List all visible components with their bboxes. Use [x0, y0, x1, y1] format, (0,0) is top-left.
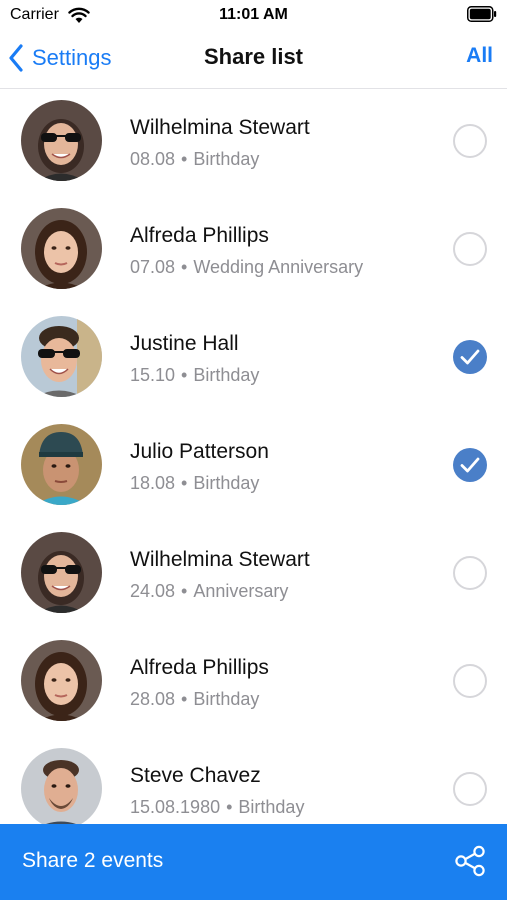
list-item[interactable]: Julio Patterson 18.08 • Birthday [0, 412, 507, 520]
row-text: Steve Chavez 15.08.1980 • Birthday [130, 763, 427, 819]
row-text: Alfreda Phillips 28.08 • Birthday [130, 655, 427, 711]
contact-name: Wilhelmina Stewart [130, 116, 310, 139]
separator-dot: • [181, 149, 188, 169]
event-details: 24.08 • Anniversary [130, 579, 427, 603]
avatar [21, 640, 102, 721]
contact-name: Julio Patterson [130, 440, 269, 463]
event-date: 07.08 [130, 257, 176, 277]
row-text: Justine Hall 15.10 • Birthday [130, 331, 427, 387]
contact-name: Alfreda Phillips [130, 656, 269, 679]
event-date: 08.08 [130, 149, 176, 169]
event-type: Birthday [193, 473, 260, 493]
event-date: 28.08 [130, 689, 176, 709]
battery-icon [467, 6, 497, 22]
checkmark-icon [460, 349, 480, 365]
separator-dot: • [226, 797, 233, 817]
list-item[interactable]: Alfreda Phillips 07.08 • Wedding Anniversa… [0, 196, 507, 304]
list-item[interactable]: Alfreda Phillips 28.08 • Birthday [0, 628, 507, 736]
avatar [21, 208, 102, 289]
event-date: 15.10 [130, 365, 176, 385]
contact-name: Wilhelmina Stewart [130, 548, 310, 571]
event-type: Wedding Anniversary [193, 257, 364, 277]
row-text: Alfreda Phillips 07.08 • Wedding Anniversa… [130, 223, 427, 279]
contact-name: Alfreda Phillips [130, 224, 269, 247]
select-checkbox[interactable] [453, 664, 487, 698]
select-checkbox[interactable] [453, 124, 487, 158]
event-type: Birthday [238, 797, 305, 817]
event-date: 15.08.1980 [130, 797, 221, 817]
select-checkbox[interactable] [453, 232, 487, 266]
share-list-screen: Carrier 11:01 AM Settings Share list All [0, 0, 507, 900]
event-details: 08.08 • Birthday [130, 147, 427, 171]
select-checkbox[interactable] [453, 448, 487, 482]
separator-dot: • [181, 257, 188, 277]
row-text: Julio Patterson 18.08 • Birthday [130, 439, 427, 495]
event-date: 18.08 [130, 473, 176, 493]
row-text: Wilhelmina Stewart 24.08 • Anniversary [130, 547, 427, 603]
share-events-button[interactable]: Share 2 events [0, 824, 507, 900]
event-details: 15.10 • Birthday [130, 363, 427, 387]
status-bar: Carrier 11:01 AM [0, 0, 507, 30]
event-details: 18.08 • Birthday [130, 471, 427, 495]
event-type: Anniversary [193, 581, 289, 601]
separator-dot: • [181, 365, 188, 385]
select-checkbox[interactable] [453, 556, 487, 590]
navigation-bar: Settings Share list All [0, 30, 507, 89]
avatar [21, 748, 102, 824]
share-events-label: Share 2 events [22, 849, 164, 872]
list-item[interactable]: Wilhelmina Stewart 24.08 • Anniversary [0, 520, 507, 628]
separator-dot: • [181, 581, 188, 601]
event-details: 28.08 • Birthday [130, 687, 427, 711]
list-item[interactable]: Steve Chavez 15.08.1980 • Birthday [0, 736, 507, 824]
event-details: 15.08.1980 • Birthday [130, 795, 427, 819]
checkmark-icon [460, 457, 480, 473]
event-type: Birthday [193, 689, 260, 709]
avatar [21, 424, 102, 505]
select-checkbox[interactable] [453, 772, 487, 806]
list-item[interactable]: Justine Hall 15.10 • Birthday [0, 304, 507, 412]
avatar [21, 100, 102, 181]
avatar [21, 532, 102, 613]
share-icon[interactable] [453, 844, 487, 878]
event-list: Wilhelmina Stewart 08.08•Birthday Alfr [0, 88, 507, 824]
row-text: Wilhelmina Stewart 08.08 • Birthday [130, 115, 427, 171]
page-title: Share list [203, 44, 304, 69]
select-checkbox[interactable] [453, 340, 487, 374]
event-type: Birthday [193, 149, 260, 169]
list-item[interactable]: Wilhelmina Stewart 08.08 • Birthday [0, 88, 507, 196]
contact-name: Justine Hall [130, 332, 239, 355]
avatar [21, 316, 102, 397]
separator-dot: • [181, 689, 188, 709]
select-all-button[interactable]: All [466, 44, 493, 68]
status-time: 11:01 AM [219, 6, 288, 23]
contact-name: Steve Chavez [130, 764, 261, 787]
separator-dot: • [181, 473, 188, 493]
event-type: Birthday [193, 365, 260, 385]
event-details: 07.08 • Wedding Anniversary [130, 255, 427, 279]
event-date: 24.08 [130, 581, 176, 601]
